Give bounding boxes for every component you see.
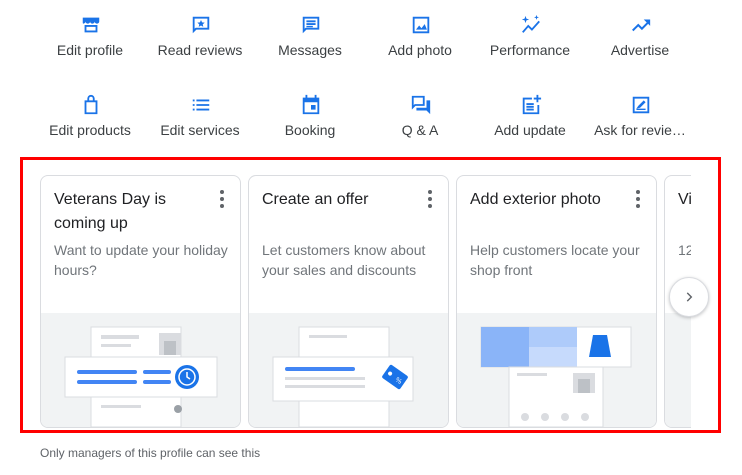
read-reviews-action[interactable]: Read reviews — [145, 14, 255, 74]
actions-row-1: Edit profile Read reviews Messages Add p… — [0, 14, 742, 74]
card-title: Veterans Day is coming up — [54, 191, 167, 232]
action-label: Performance — [489, 42, 571, 58]
storefront-icon — [82, 17, 100, 33]
action-label: Advertise — [610, 42, 670, 58]
card-title: Vi re — [678, 191, 691, 208]
card-illustration: % — [249, 313, 448, 427]
card-description: Want to update your holiday hours? — [54, 242, 228, 278]
list-icon — [192, 99, 210, 111]
question-answer-icon — [411, 95, 431, 115]
ask-for-reviews-action[interactable]: Ask for revie… — [585, 94, 695, 154]
action-label: Edit services — [160, 122, 240, 138]
add-update-action[interactable]: Add update — [475, 94, 585, 154]
photo-icon — [412, 16, 430, 34]
calendar-icon — [302, 94, 320, 115]
review-star-icon — [192, 16, 210, 34]
advertise-action[interactable]: Advertise — [585, 14, 695, 74]
action-label: Read reviews — [157, 42, 243, 58]
card-illustration — [457, 313, 656, 427]
card-title: Add exterior photo — [470, 191, 601, 208]
suggestion-card-create-offer[interactable]: Create an offer Let customers know about… — [248, 175, 449, 428]
q-and-a-action[interactable]: Q & A — [365, 94, 475, 154]
suggestion-card-veterans-day[interactable]: Veterans Day is coming up Want to update… — [40, 175, 241, 428]
more-options-icon[interactable] — [634, 190, 642, 210]
card-description: 12 pr — [678, 242, 691, 258]
performance-action[interactable]: Performance — [475, 14, 585, 74]
suggestion-card-exterior-photo[interactable]: Add exterior photo Help customers locate… — [456, 175, 657, 428]
chevron-right-icon — [686, 292, 693, 302]
edit-profile-action[interactable]: Edit profile — [35, 14, 145, 74]
shopping-bag-icon — [84, 94, 98, 115]
action-label: Edit profile — [56, 42, 124, 58]
card-description: Let customers know about your sales and … — [262, 242, 426, 278]
card-title: Create an offer — [262, 191, 369, 208]
edit-products-action[interactable]: Edit products — [35, 94, 145, 154]
action-label: Booking — [284, 122, 336, 138]
more-options-icon[interactable] — [426, 190, 434, 210]
managers-only-note: Only managers of this profile can see th… — [40, 446, 261, 460]
action-label: Q & A — [401, 122, 439, 138]
card-illustration — [41, 313, 240, 427]
action-label: Edit products — [49, 122, 131, 138]
actions-row-2: Edit products Edit services Booking Q & … — [0, 94, 742, 154]
rate-review-icon — [632, 96, 650, 114]
messages-action[interactable]: Messages — [255, 14, 365, 74]
add-photo-action[interactable]: Add photo — [365, 14, 475, 74]
card-description: Help customers locate your shop front — [470, 242, 640, 278]
message-icon — [302, 16, 320, 34]
card-illustration — [665, 313, 691, 427]
post-add-icon — [522, 94, 542, 115]
carousel-next-button[interactable] — [669, 277, 709, 317]
action-label: Messages — [278, 42, 342, 58]
booking-action[interactable]: Booking — [255, 94, 365, 154]
suggestion-carousel: Veterans Day is coming up Want to update… — [38, 175, 691, 428]
edit-services-action[interactable]: Edit services — [145, 94, 255, 154]
trending-up-icon — [632, 19, 651, 32]
more-options-icon[interactable] — [218, 190, 226, 210]
action-label: Add photo — [388, 42, 452, 58]
action-label: Add update — [494, 122, 566, 138]
sparkle-trend-icon — [521, 14, 540, 33]
action-label: Ask for revie… — [594, 122, 686, 138]
